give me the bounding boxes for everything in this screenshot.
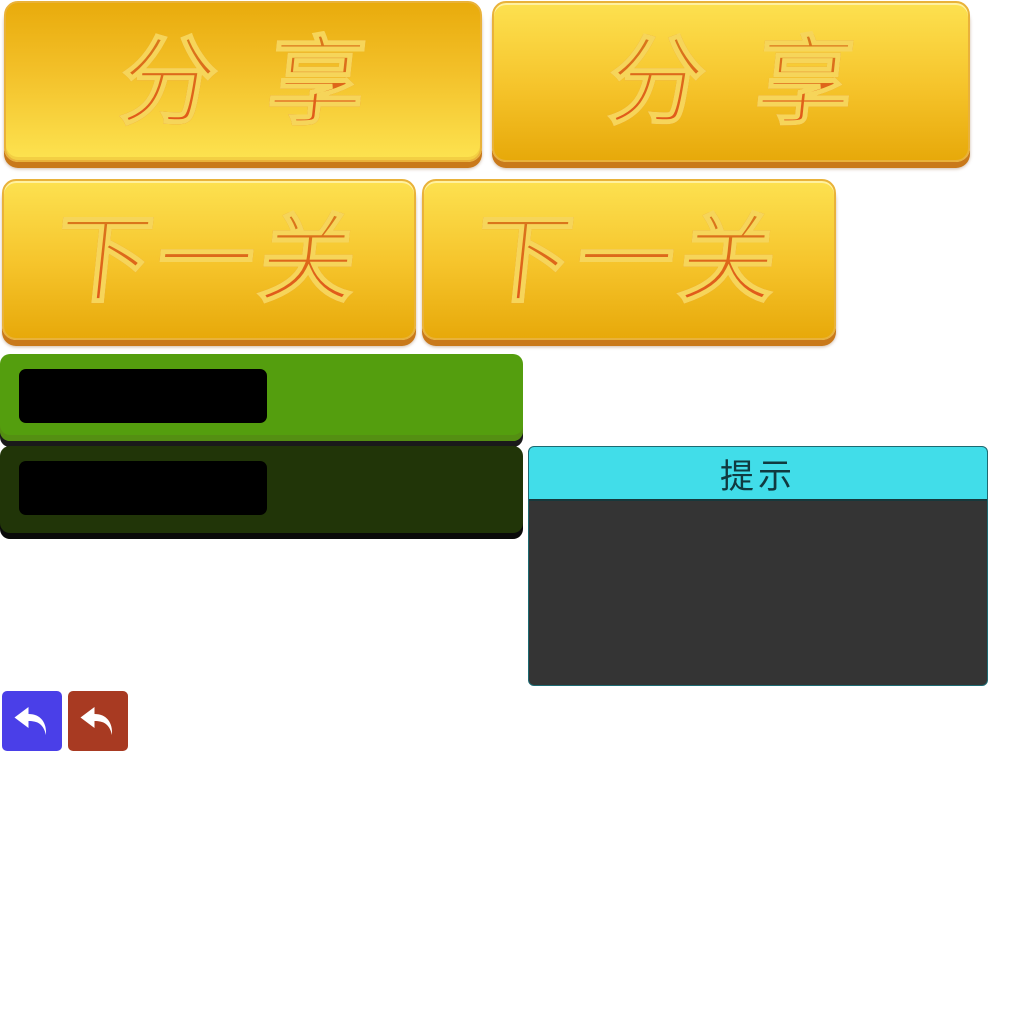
next-level-button-alt[interactable]: 下一关 <box>422 179 836 340</box>
hint-dialog-title: 提示 <box>720 456 796 497</box>
next-level-button-label: 下一关 <box>49 203 369 317</box>
hint-dialog-header: 提示 <box>529 447 987 501</box>
share-button-label: 分享 <box>114 25 424 139</box>
next-level-button[interactable]: 下一关 <box>2 179 416 340</box>
share-button-pressed-label: 分享 <box>602 25 912 139</box>
undo-arrow-icon <box>77 700 119 742</box>
back-button-blue[interactable] <box>2 691 62 751</box>
green-bar[interactable] <box>0 354 523 441</box>
next-level-button-alt-label: 下一关 <box>469 203 789 317</box>
dark-green-bar-slot <box>19 461 267 515</box>
dark-green-bar[interactable] <box>0 446 523 533</box>
green-bar-slot <box>19 369 267 423</box>
undo-arrow-icon <box>11 700 53 742</box>
hint-dialog: 提示 <box>528 446 988 686</box>
share-button[interactable]: 分享 <box>4 1 482 162</box>
back-button-red[interactable] <box>68 691 128 751</box>
hint-dialog-body <box>529 501 987 685</box>
ui-sprite-sheet: 分享 分享 下一关 下一关 提示 <box>0 0 1024 1024</box>
share-button-pressed[interactable]: 分享 <box>492 1 970 162</box>
